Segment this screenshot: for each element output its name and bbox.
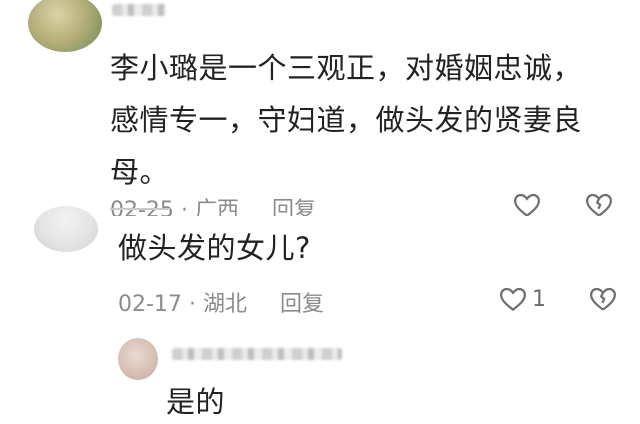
dislike-button[interactable] bbox=[588, 284, 618, 314]
like-button[interactable] bbox=[512, 190, 542, 216]
divider bbox=[110, 208, 170, 210]
comment-location: 广西 bbox=[194, 198, 239, 216]
reply-button[interactable]: 回复 bbox=[272, 198, 316, 216]
like-count: 1 bbox=[532, 286, 546, 312]
comment-line: 感情专一，守妇道，做头发的贤妻良 bbox=[110, 103, 583, 137]
comment-date: 02-17 bbox=[118, 292, 182, 317]
username-blurred[interactable] bbox=[172, 348, 342, 360]
broken-heart-icon bbox=[586, 193, 612, 216]
comment-date: 02-25 bbox=[110, 198, 174, 216]
comment-text: 李小璐是一个三观正，对婚姻忠诚， 感情专一，守妇道，做头发的贤妻良 母。 bbox=[110, 42, 582, 198]
comment-text: 做头发的女儿? bbox=[118, 231, 311, 265]
heart-outline-icon bbox=[499, 287, 527, 312]
comment-location: 湖北 bbox=[202, 292, 247, 317]
avatar[interactable] bbox=[34, 206, 98, 252]
comment-text: 是的 bbox=[166, 385, 226, 419]
comment-meta: 02-17 · 湖北 回复 bbox=[118, 286, 324, 318]
reply-button[interactable]: 回复 bbox=[280, 292, 324, 317]
avatar[interactable] bbox=[28, 0, 102, 52]
dislike-button[interactable] bbox=[584, 190, 614, 216]
meta-separator: · bbox=[188, 292, 196, 317]
username-blurred[interactable] bbox=[112, 4, 166, 16]
comment-meta: 02-25 · 广西 回复 bbox=[110, 192, 316, 216]
meta-separator: · bbox=[180, 198, 188, 216]
comment-line: 李小璐是一个三观正，对婚姻忠诚， bbox=[110, 51, 583, 85]
like-button[interactable]: 1 bbox=[498, 284, 546, 314]
avatar[interactable] bbox=[118, 338, 158, 380]
broken-heart-icon bbox=[590, 287, 616, 311]
heart-outline-icon bbox=[513, 193, 541, 216]
